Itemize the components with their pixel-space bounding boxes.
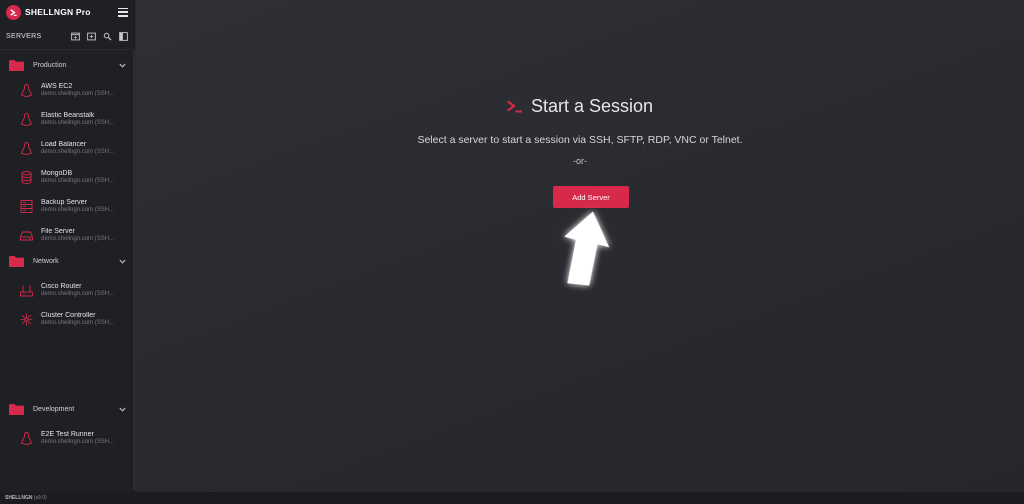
terminal-prompt-icon: [506, 99, 522, 112]
group-production[interactable]: Production: [0, 54, 134, 76]
group-label: Production: [33, 61, 67, 69]
footer-version: SHELLNGN (v9.0): [5, 495, 47, 501]
linux-icon: [20, 84, 33, 97]
database-icon: [21, 171, 32, 184]
server-item-file-server[interactable]: File Server demo.shellngn.com (SSH...: [0, 221, 134, 250]
server-item-mongodb[interactable]: MongoDB demo.shellngn.com (SSH...: [0, 163, 134, 192]
sidebar-scrollbar[interactable]: [133, 50, 135, 490]
arrow-up-icon: [564, 211, 610, 286]
panel-toggle-icon[interactable]: [119, 32, 128, 41]
chevron-down-icon[interactable]: [119, 259, 126, 264]
page-title: Start a Session: [530, 96, 654, 116]
session-subtitle: Select a server to start a session via S…: [417, 134, 743, 146]
server-host: demo.shellngn.com (SSH...: [41, 320, 115, 327]
server-name: Load Balancer: [41, 141, 87, 149]
folder-icon: [9, 403, 24, 415]
server-item-elastic-beanstalk[interactable]: Elastic Beanstalk demo.shellngn.com (SSH…: [0, 105, 134, 134]
group-network[interactable]: Network: [0, 250, 134, 272]
server-name: Backup Server: [41, 199, 87, 207]
brand-name: SHELLNGN Pro: [25, 7, 91, 17]
server-host: demo.shellngn.com (SSH...: [41, 120, 115, 127]
servers-toolbar: SERVERS: [0, 24, 134, 50]
server-item-cluster-controller[interactable]: Cluster Controller demo.shellngn.com (SS…: [0, 305, 134, 334]
server-host: demo.shellngn.com (SSH...: [41, 207, 115, 214]
servers-title: SERVERS: [6, 33, 42, 40]
server-name: MongoDB: [41, 170, 73, 178]
server-name: Cisco Router: [41, 283, 82, 291]
server-rack-icon: [20, 200, 33, 213]
linux-icon: [20, 142, 33, 155]
chevron-down-icon[interactable]: [119, 407, 126, 412]
group-development[interactable]: Development: [0, 398, 134, 420]
server-name: Elastic Beanstalk: [41, 112, 95, 120]
add-server-icon[interactable]: [87, 32, 96, 41]
session-title: Start a Session: [136, 96, 1024, 117]
sidebar: SHELLNGN Pro SERVERS Production AWS EC2 …: [0, 0, 135, 492]
status-footer: SHELLNGN (v9.0): [0, 492, 1024, 504]
server-name: AWS EC2: [41, 83, 73, 91]
server-item-aws-ec2[interactable]: AWS EC2 demo.shellngn.com (SSH...: [0, 76, 134, 105]
folder-icon: [9, 59, 24, 71]
linux-icon: [20, 113, 33, 126]
linux-icon: [20, 432, 33, 445]
hamburger-menu-icon[interactable]: [118, 7, 128, 17]
server-item-backup-server[interactable]: Backup Server demo.shellngn.com (SSH...: [0, 192, 134, 221]
server-host: demo.shellngn.com (SSH...: [41, 291, 115, 298]
server-host: demo.shellngn.com (SSH...: [41, 91, 115, 98]
group-label: Network: [33, 257, 59, 265]
server-host: demo.shellngn.com (SSH...: [41, 236, 115, 243]
server-host: demo.shellngn.com (SSH...: [41, 178, 115, 185]
server-name: File Server: [41, 228, 75, 236]
group-label: Development: [33, 405, 75, 413]
router-icon: [20, 285, 33, 297]
server-name: E2E Test Runner: [41, 431, 94, 439]
server-item-cisco-router[interactable]: Cisco Router demo.shellngn.com (SSH...: [0, 276, 134, 305]
server-host: demo.shellngn.com (SSH...: [41, 439, 115, 446]
main-panel: Start a Session Select a server to start…: [136, 0, 1024, 492]
hard-drive-icon: [20, 231, 33, 241]
or-separator: -or-: [573, 156, 587, 166]
search-icon[interactable]: [103, 32, 112, 41]
server-item-e2e-test-runner[interactable]: E2E Test Runner demo.shellngn.com (SSH..…: [0, 424, 134, 453]
server-host: demo.shellngn.com (SSH...: [41, 149, 115, 156]
add-folder-icon[interactable]: [71, 32, 80, 41]
server-item-load-balancer[interactable]: Load Balancer demo.shellngn.com (SSH...: [0, 134, 134, 163]
shellngn-logo-icon: [6, 4, 21, 20]
chevron-down-icon[interactable]: [119, 63, 126, 68]
folder-icon: [9, 255, 24, 267]
cluster-icon: [20, 313, 33, 326]
server-name: Cluster Controller: [41, 312, 96, 320]
brand-header: SHELLNGN Pro: [0, 0, 134, 24]
